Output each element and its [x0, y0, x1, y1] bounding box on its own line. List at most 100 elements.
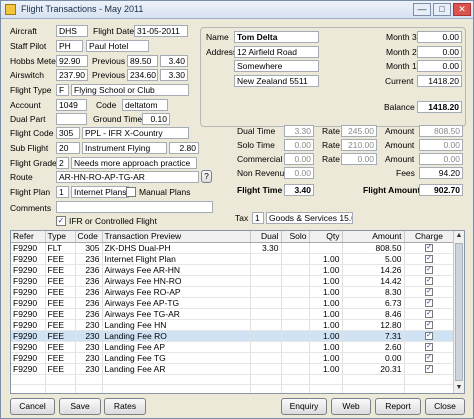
column-header-dual[interactable]: Dual [250, 231, 282, 243]
cell-amount: 8.46 [342, 308, 405, 320]
commercial-rate-field[interactable]: 0.00 [341, 153, 377, 165]
cell-qty [309, 374, 343, 385]
web-button[interactable]: Web [331, 398, 371, 415]
table-row[interactable]: F9290 FEE 236 Airways Fee AR-HN 1.00 14.26 ✓ [11, 264, 455, 276]
charge-checkbox[interactable]: ✓ [425, 277, 433, 285]
dual-rate-field[interactable]: 245.00 [341, 125, 377, 137]
cell-preview: Airways Fee AR-HN [102, 264, 251, 276]
table-row[interactable]: F9290 FEE 230 Landing Fee HN 1.00 12.80 ✓ [11, 319, 455, 331]
table-row[interactable]: F9290 FEE 230 Landing Fee AP 1.00 2.60 ✓ [11, 341, 455, 353]
airswitch-field[interactable]: 237.90 [56, 69, 88, 81]
table-row[interactable]: F9290 FLT 305 ZK-DHS Dual-PH 3.30 808.50 ✓ [11, 242, 455, 254]
column-header-amount[interactable]: Amount [342, 231, 405, 243]
save-button[interactable]: Save [59, 398, 101, 415]
charge-checkbox[interactable]: ✓ [425, 354, 433, 362]
cell-amount: 14.26 [342, 264, 405, 276]
column-header-charge[interactable]: Charge [404, 231, 455, 243]
charge-checkbox[interactable]: ✓ [425, 365, 433, 373]
cell-refer: F9290 [11, 253, 46, 265]
hobbs-meter-field[interactable]: 92.90 [56, 55, 88, 67]
cell-type: FEE [45, 352, 76, 364]
flight-plan-field[interactable]: 1 [56, 186, 69, 198]
solo-rate-label: Rate [322, 140, 340, 150]
flight-date-field[interactable]: 31-05-2011 [134, 25, 188, 37]
table-row[interactable]: F9290 FEE 230 Landing Fee RO 1.00 7.31 ✓ [11, 330, 455, 342]
commercial-time-field[interactable]: 0.00 [284, 153, 314, 165]
cancel-button[interactable]: Cancel [10, 398, 55, 415]
enquiry-button[interactable]: Enquiry [281, 398, 327, 415]
table-row[interactable]: F9290 FEE 236 Airways Fee HN-RO 1.00 14.42 ✓ [11, 275, 455, 287]
column-header-preview[interactable]: Transaction Preview [102, 231, 251, 243]
cell-charge: ✓ [404, 363, 455, 375]
table-row[interactable]: F9290 FEE 236 Airways Fee TG-AR 1.00 8.46 ✓ [11, 308, 455, 320]
flight-time-field: 3.40 [284, 184, 314, 196]
dual-part-field[interactable] [56, 113, 87, 125]
close-window-button[interactable]: ✕ [453, 3, 471, 16]
ifr-checkbox[interactable]: ✓ [56, 216, 66, 226]
dual-time-field[interactable]: 3.30 [284, 125, 314, 137]
charge-checkbox[interactable]: ✓ [425, 299, 433, 307]
airswitch-diff-field: 3.30 [160, 69, 188, 81]
comments-field[interactable] [56, 201, 213, 213]
ground-time-field[interactable]: 0.10 [142, 113, 170, 125]
commercial-amount-field[interactable]: 0.00 [419, 153, 463, 165]
scroll-thumb[interactable] [455, 243, 463, 381]
route-field[interactable]: AR-HN-RO-AP-TG-AR [56, 171, 199, 183]
minimize-button[interactable]: — [413, 3, 431, 16]
table-row[interactable]: F9290 FEE 236 Airways Fee RO-AP 1.00 8.30 ✓ [11, 286, 455, 298]
staff-pilot-code-field[interactable]: PH [56, 40, 83, 52]
charge-checkbox[interactable]: ✓ [425, 288, 433, 296]
column-header-solo[interactable]: Solo [281, 231, 310, 243]
close-button[interactable]: Close [425, 398, 465, 415]
table-row[interactable]: F9290 FEE 230 Landing Fee AR 1.00 20.31 ✓ [11, 363, 455, 375]
window-title: Flight Transactions - May 2011 [21, 4, 144, 14]
column-header-type[interactable]: Type [45, 231, 76, 243]
charge-checkbox[interactable]: ✓ [425, 343, 433, 351]
column-header-code[interactable]: Code [75, 231, 103, 243]
table-row[interactable]: F9290 FEE 236 Airways Fee AP-TG 1.00 6.73 ✓ [11, 297, 455, 309]
sub-flight-name-field: Instrument Flying [82, 142, 167, 154]
grid-scrollbar[interactable]: ▲ ▼ [453, 231, 464, 393]
table-row[interactable] [11, 384, 455, 393]
solo-time-field[interactable]: 0.00 [284, 139, 314, 151]
manual-plans-checkbox[interactable] [126, 187, 136, 197]
charge-checkbox[interactable]: ✓ [425, 310, 433, 318]
commercial-label: Commercial [237, 154, 283, 164]
flight-amount-label: Flight Amount [363, 185, 421, 195]
sub-flight-value-field[interactable]: 2.80 [169, 142, 199, 154]
dual-amount-field[interactable]: 808.50 [419, 125, 463, 137]
table-row[interactable] [11, 374, 455, 385]
solo-rate-field[interactable]: 210.00 [341, 139, 377, 151]
flight-code-field[interactable]: 305 [56, 127, 80, 139]
column-header-qty[interactable]: Qty [309, 231, 343, 243]
cell-refer: F9290 [11, 330, 46, 342]
report-button[interactable]: Report [375, 398, 421, 415]
cell-preview: Airways Fee AP-TG [102, 297, 251, 309]
rates-button[interactable]: Rates [104, 398, 146, 415]
aircraft-field[interactable]: DHS [56, 25, 88, 37]
cell-code: 305 [75, 242, 103, 254]
column-header-refer[interactable]: Refer [11, 231, 46, 243]
cell-qty [309, 242, 343, 254]
charge-checkbox[interactable]: ✓ [425, 332, 433, 340]
route-help-button[interactable]: ? [201, 170, 212, 183]
solo-time-label: Solo Time [237, 140, 275, 150]
cell-qty [309, 384, 343, 393]
charge-checkbox[interactable]: ✓ [425, 321, 433, 329]
cell-solo [281, 363, 310, 375]
account-field[interactable]: 1049 [56, 99, 87, 111]
table-row[interactable]: F9290 FEE 236 Internet Flight Plan 1.00 5.00 ✓ [11, 253, 455, 265]
sub-flight-field[interactable]: 20 [56, 142, 80, 154]
tax-code-field[interactable]: 1 [252, 212, 264, 224]
charge-checkbox[interactable]: ✓ [425, 266, 433, 274]
charge-checkbox[interactable]: ✓ [425, 255, 433, 263]
scroll-up-icon[interactable]: ▲ [454, 231, 464, 241]
non-revenue-field[interactable]: 0.00 [284, 167, 314, 179]
charge-checkbox[interactable]: ✓ [425, 244, 433, 252]
flight-grade-field[interactable]: 2 [56, 157, 69, 169]
table-row[interactable]: F9290 FEE 230 Landing Fee TG 1.00 0.00 ✓ [11, 352, 455, 364]
scroll-down-icon[interactable]: ▼ [454, 383, 464, 393]
flight-type-code-field[interactable]: F [56, 84, 69, 96]
maximize-button[interactable]: □ [433, 3, 451, 16]
solo-amount-field[interactable]: 0.00 [419, 139, 463, 151]
